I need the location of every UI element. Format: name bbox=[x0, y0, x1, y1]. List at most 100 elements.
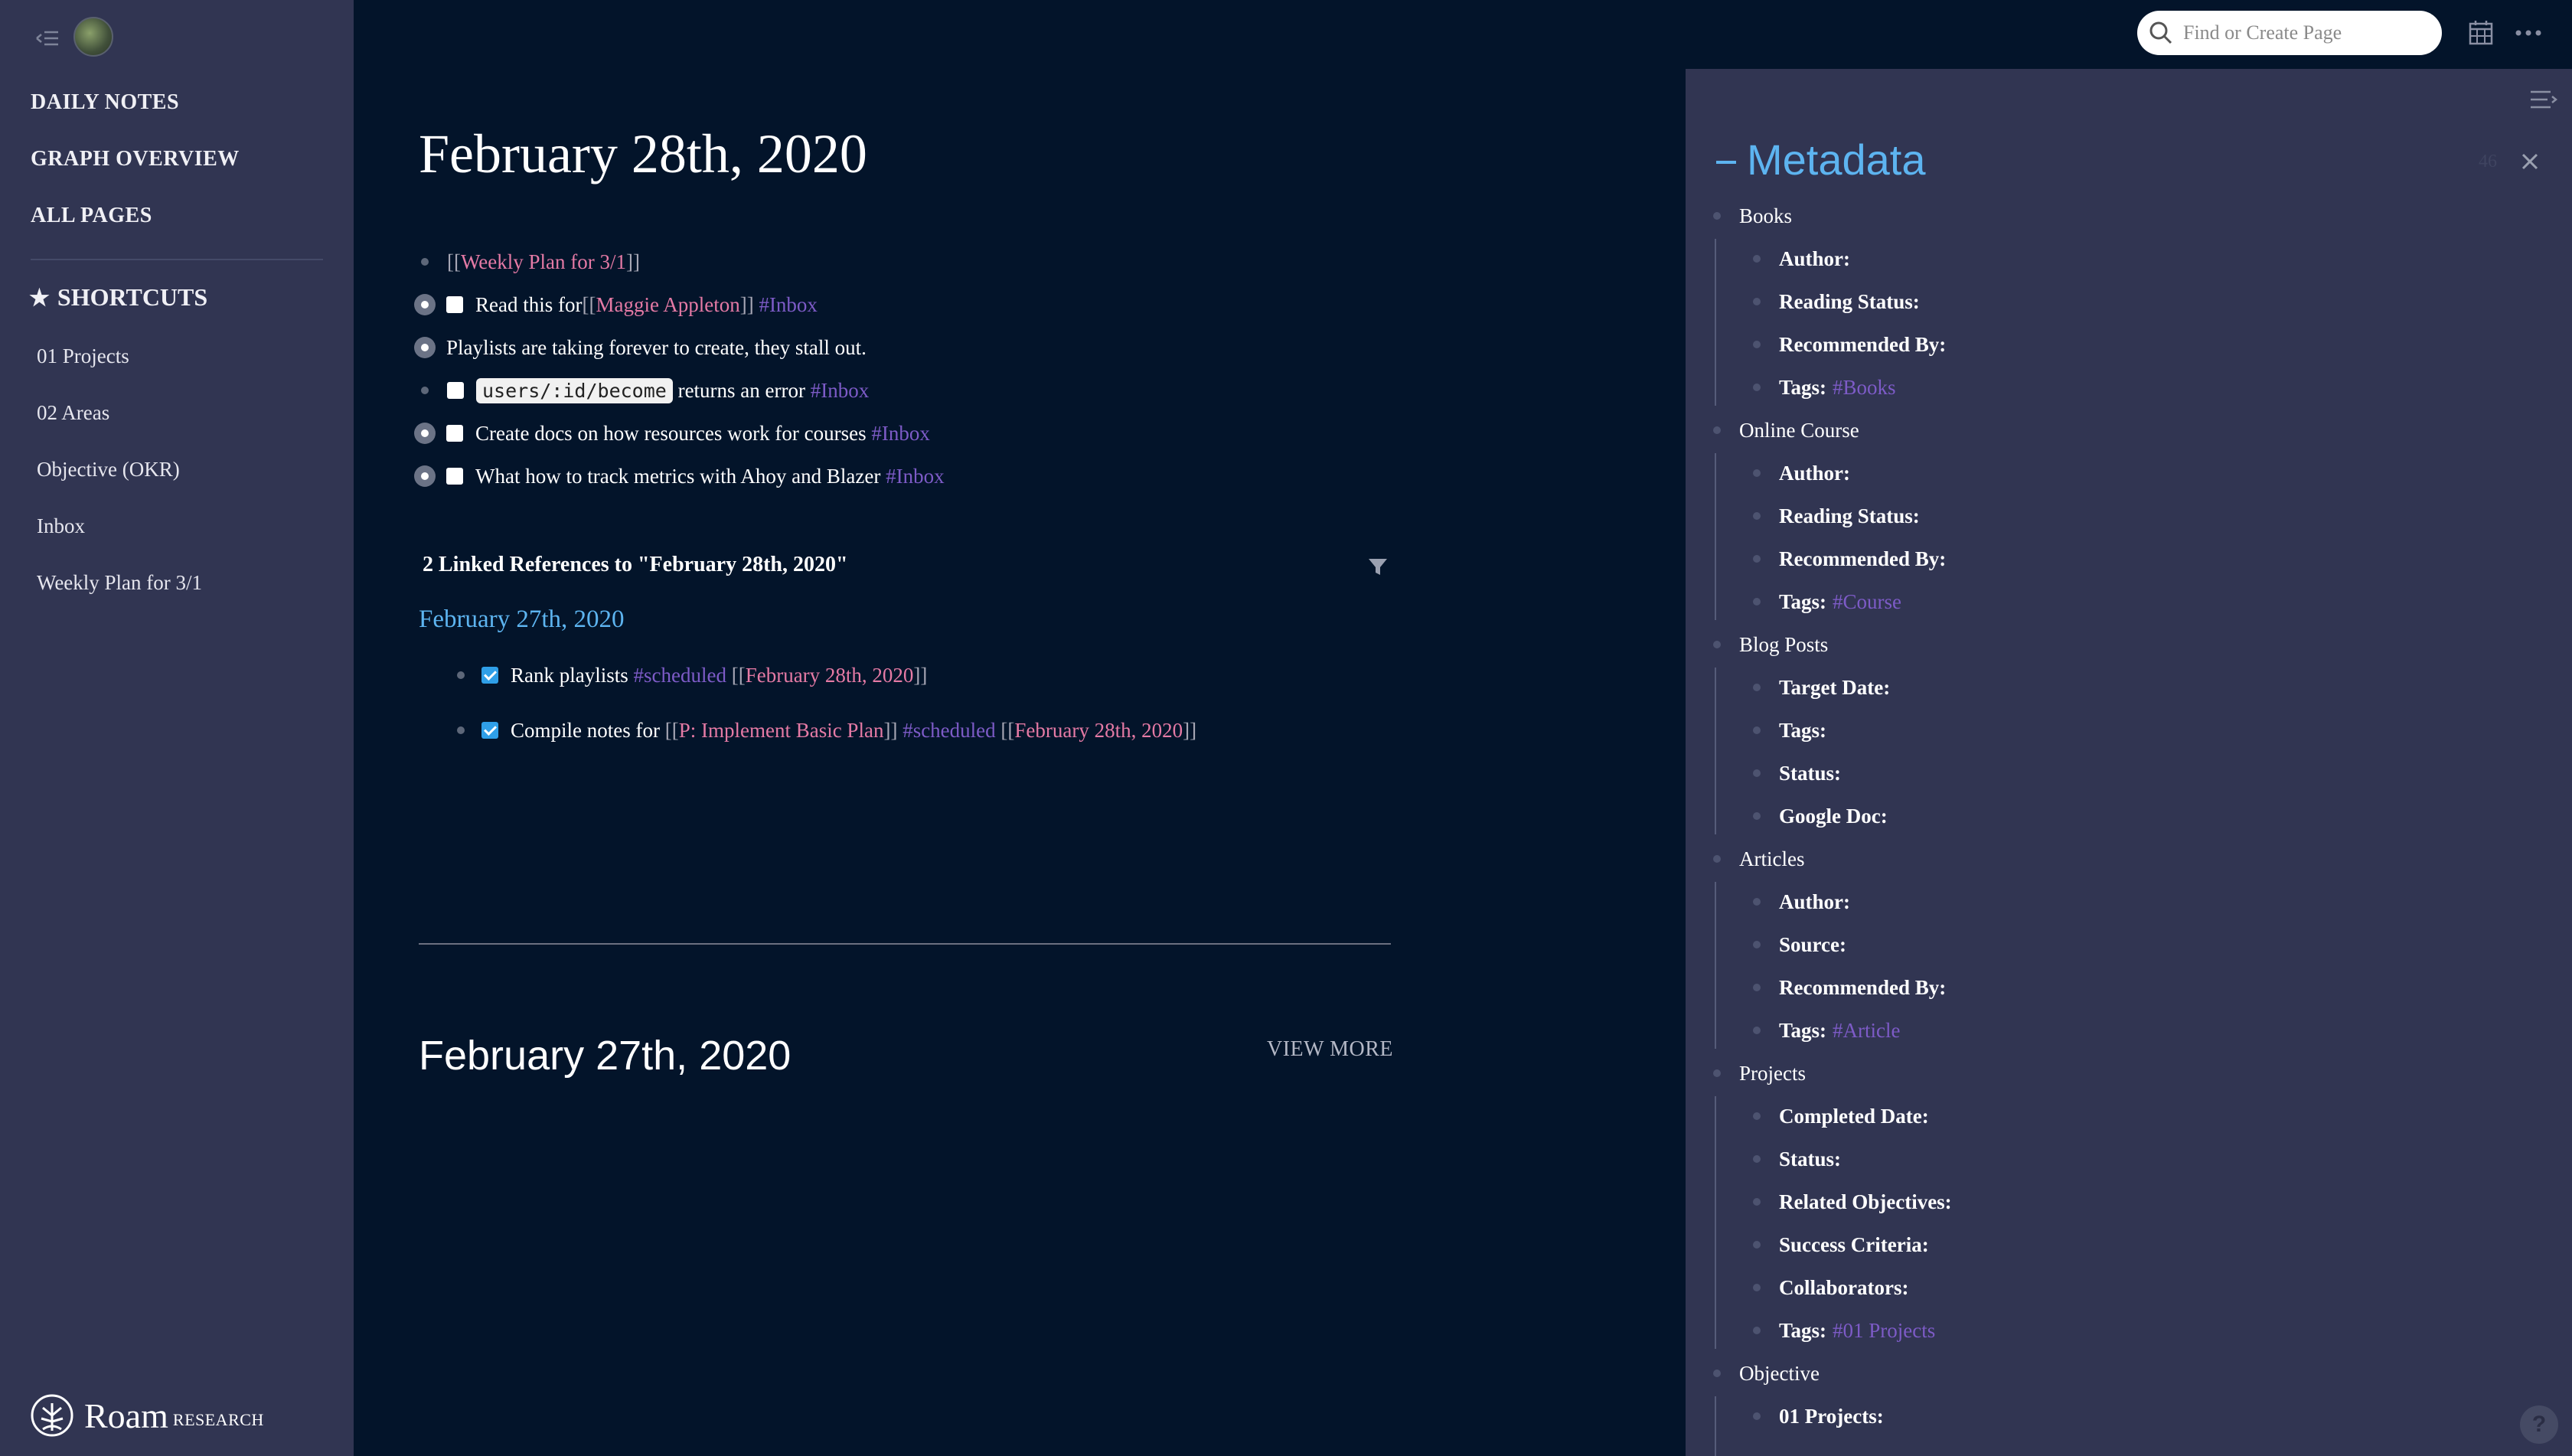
outline-item-books[interactable]: Books bbox=[1713, 201, 1792, 231]
block-bullet[interactable] bbox=[1713, 1069, 1721, 1077]
block-bullet[interactable] bbox=[1713, 1369, 1721, 1377]
nav-all-pages[interactable]: ALL PAGES bbox=[31, 204, 152, 228]
block-playlists[interactable]: Playlists are taking forever to create, … bbox=[414, 332, 867, 363]
collapse-sidebar-icon[interactable] bbox=[32, 23, 63, 54]
page-link[interactable]: February 28th, 2020 bbox=[746, 664, 914, 687]
tag-link[interactable]: #Inbox bbox=[811, 379, 870, 403]
block-bullet[interactable] bbox=[1753, 898, 1761, 906]
avatar[interactable] bbox=[73, 17, 113, 57]
field-reading-status[interactable]: Reading Status: bbox=[1753, 501, 1920, 531]
field-related-objectives[interactable]: Related Objectives: bbox=[1753, 1187, 1952, 1217]
field-tags[interactable]: Tags: #01 Projects bbox=[1753, 1315, 1935, 1346]
tag-link[interactable]: #Inbox bbox=[759, 293, 818, 317]
field-tags[interactable]: Tags: #Books bbox=[1753, 372, 1896, 403]
search-input[interactable] bbox=[2182, 21, 2430, 45]
todo-checkbox[interactable] bbox=[446, 425, 463, 442]
done-checkbox[interactable] bbox=[481, 667, 498, 684]
close-icon[interactable] bbox=[2518, 150, 2541, 173]
shortcut-02-areas[interactable]: 02 Areas bbox=[37, 401, 109, 425]
shortcut-01-projects[interactable]: 01 Projects bbox=[37, 344, 129, 368]
block-create-docs[interactable]: Create docs on how resources work for co… bbox=[414, 418, 930, 449]
page-link[interactable]: P: Implement Basic Plan bbox=[679, 719, 884, 743]
page-title[interactable]: February 28th, 2020 bbox=[419, 122, 867, 186]
view-more-link[interactable]: VIEW MORE bbox=[1267, 1037, 1393, 1062]
field-tags[interactable]: Tags: #Course bbox=[1753, 586, 1901, 617]
field-collaborators[interactable]: Collaborators: bbox=[1753, 1272, 1908, 1303]
collapsed-bullet[interactable] bbox=[414, 423, 436, 444]
block-bullet[interactable] bbox=[1753, 384, 1761, 391]
shortcut-objective-okr[interactable]: Objective (OKR) bbox=[37, 458, 180, 482]
tag-link[interactable]: #scheduled bbox=[634, 664, 726, 687]
todo-checkbox[interactable] bbox=[447, 382, 464, 399]
field-tags[interactable]: Tags: #Article bbox=[1753, 1015, 1901, 1046]
field-recommended-by[interactable]: Recommended By: bbox=[1753, 972, 1946, 1003]
block-bullet[interactable] bbox=[1713, 641, 1721, 648]
block-users-id-become[interactable]: users/:id/become returns an error #Inbox bbox=[421, 375, 869, 406]
block-bullet[interactable] bbox=[1753, 984, 1761, 991]
field-success-criteria[interactable]: Success Criteria: bbox=[1753, 1229, 1929, 1260]
field-author[interactable]: Author: bbox=[1753, 458, 1850, 488]
shortcut-weekly-plan[interactable]: Weekly Plan for 3/1 bbox=[37, 571, 202, 595]
outline-item-projects[interactable]: Projects bbox=[1713, 1058, 1806, 1089]
tag-link[interactable]: #Article bbox=[1833, 1019, 1900, 1043]
block-bullet[interactable] bbox=[1753, 1198, 1761, 1206]
block-bullet[interactable] bbox=[421, 387, 429, 394]
done-checkbox[interactable] bbox=[481, 722, 498, 739]
sidebar-page-title[interactable]: Metadata bbox=[1747, 135, 1926, 184]
tag-link[interactable]: #scheduled bbox=[902, 719, 995, 743]
block-bullet[interactable] bbox=[1753, 1327, 1761, 1334]
block-bullet[interactable] bbox=[1753, 598, 1761, 606]
linked-references-heading[interactable]: 2 Linked References to "February 28th, 2… bbox=[423, 553, 848, 577]
page-link[interactable]: February 28th, 2020 bbox=[1014, 719, 1183, 743]
field-status[interactable]: Status: bbox=[1753, 1144, 1841, 1174]
tag-link[interactable]: #Books bbox=[1833, 376, 1896, 400]
block-bullet[interactable] bbox=[1753, 341, 1761, 348]
collapsed-bullet[interactable] bbox=[414, 294, 436, 315]
block-bullet[interactable] bbox=[1753, 684, 1761, 691]
tag-link[interactable]: #Inbox bbox=[871, 422, 930, 446]
reference-block-compile-notes[interactable]: Compile notes for [[P: Implement Basic P… bbox=[457, 715, 1196, 746]
block-read-this[interactable]: Read this for [[Maggie Appleton]] #Inbox bbox=[414, 289, 818, 320]
outline-item-blog-posts[interactable]: Blog Posts bbox=[1713, 629, 1828, 660]
outline-item-articles[interactable]: Articles bbox=[1713, 844, 1804, 874]
block-bullet[interactable] bbox=[1753, 512, 1761, 520]
field-recommended-by[interactable]: Recommended By: bbox=[1753, 329, 1946, 360]
field-completed-date[interactable]: Completed Date: bbox=[1753, 1101, 1929, 1131]
field-author[interactable]: Author: bbox=[1753, 886, 1850, 917]
field-source[interactable]: Source: bbox=[1753, 929, 1846, 960]
help-button[interactable]: ? bbox=[2520, 1405, 2558, 1444]
outline-item-online-course[interactable]: Online Course bbox=[1713, 415, 1859, 446]
block-bullet[interactable] bbox=[421, 258, 429, 266]
block-bullet[interactable] bbox=[1713, 426, 1721, 434]
field-01-projects[interactable]: 01 Projects: bbox=[1753, 1401, 1884, 1432]
collapsed-bullet[interactable] bbox=[414, 465, 436, 487]
filter-icon[interactable] bbox=[1364, 553, 1392, 580]
calendar-icon[interactable] bbox=[2466, 18, 2495, 47]
field-status[interactable]: Status: bbox=[1753, 758, 1841, 788]
field-author[interactable]: Author: bbox=[1753, 243, 1850, 274]
field-recommended-by[interactable]: Recommended By: bbox=[1753, 544, 1946, 574]
block-bullet[interactable] bbox=[1713, 855, 1721, 863]
block-bullet[interactable] bbox=[1753, 726, 1761, 734]
nav-graph-overview[interactable]: GRAPH OVERVIEW bbox=[31, 147, 240, 171]
shortcut-inbox[interactable]: Inbox bbox=[37, 514, 85, 538]
block-bullet[interactable] bbox=[1753, 555, 1761, 563]
field-tags[interactable]: Tags: bbox=[1753, 715, 1826, 746]
block-bullet[interactable] bbox=[1753, 1027, 1761, 1034]
block-bullet[interactable] bbox=[1753, 1112, 1761, 1120]
search-box[interactable] bbox=[2137, 11, 2442, 55]
block-bullet[interactable] bbox=[1753, 1155, 1761, 1163]
nav-daily-notes[interactable]: DAILY NOTES bbox=[31, 90, 179, 115]
block-bullet[interactable] bbox=[1753, 1284, 1761, 1291]
page-link[interactable]: Maggie Appleton bbox=[596, 293, 739, 317]
block-track-metrics[interactable]: What how to track metrics with Ahoy and … bbox=[414, 461, 945, 491]
sidebar-menu-icon[interactable] bbox=[2528, 86, 2558, 113]
block-bullet[interactable] bbox=[1753, 255, 1761, 263]
field-target-date[interactable]: Target Date: bbox=[1753, 672, 1890, 703]
tag-link[interactable]: #Course bbox=[1833, 590, 1901, 614]
reference-page-link[interactable]: February 27th, 2020 bbox=[419, 606, 625, 634]
outline-item-objective[interactable]: Objective bbox=[1713, 1358, 1820, 1389]
block-bullet[interactable] bbox=[457, 671, 465, 679]
block-bullet[interactable] bbox=[1713, 212, 1721, 220]
block-bullet[interactable] bbox=[1753, 941, 1761, 948]
